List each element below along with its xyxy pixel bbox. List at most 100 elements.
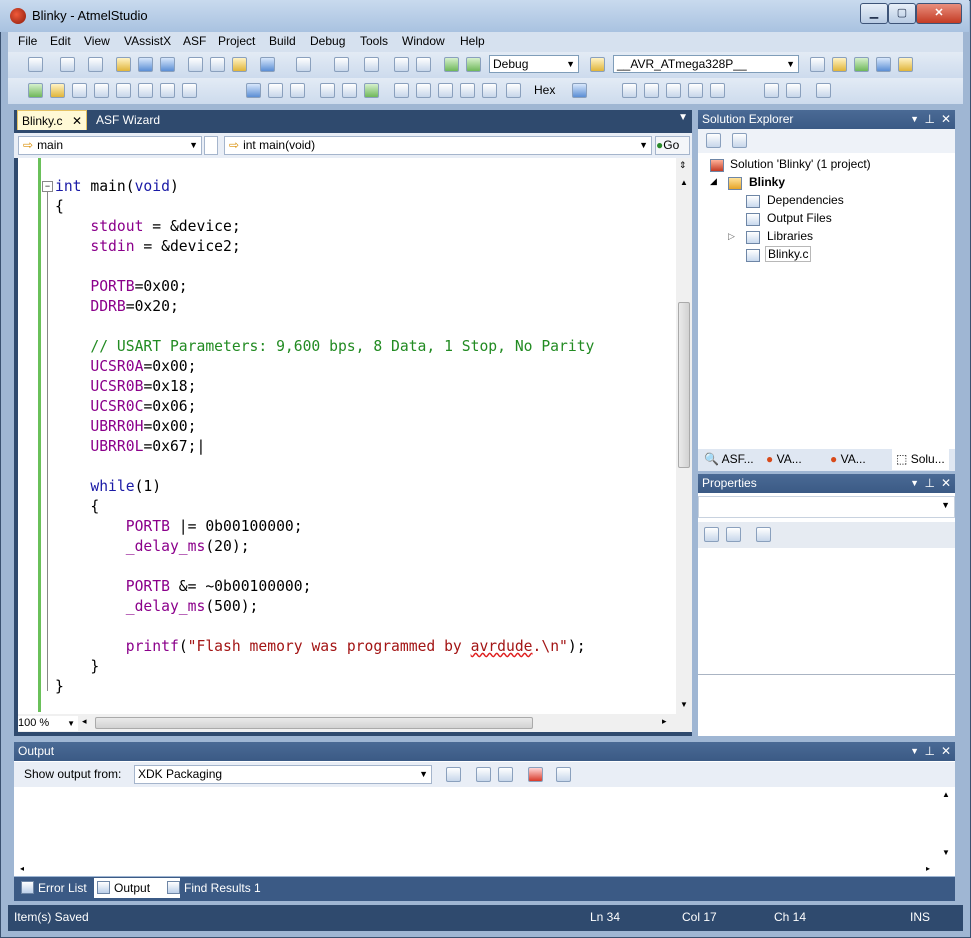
- expand-icon[interactable]: ◢: [710, 176, 717, 187]
- property-pages-icon[interactable]: [756, 527, 771, 542]
- wizard-icon[interactable]: [898, 57, 913, 72]
- split-icon[interactable]: ⇕: [679, 160, 687, 171]
- run-icon[interactable]: [364, 83, 379, 98]
- go-to-message-icon[interactable]: [446, 767, 461, 782]
- code-editor[interactable]: − int main(void) { stdout = &device; std…: [18, 158, 676, 714]
- word-wrap-icon[interactable]: [556, 767, 571, 782]
- pin-icon[interactable]: ⊥: [925, 110, 935, 129]
- registers-icon[interactable]: [644, 83, 659, 98]
- scroll-left-icon[interactable]: ◂: [82, 716, 87, 727]
- menu-project[interactable]: Project: [218, 34, 255, 48]
- menu-file[interactable]: File: [18, 34, 37, 48]
- scroll-up-icon[interactable]: ▲: [942, 790, 950, 799]
- copy-icon[interactable]: [210, 57, 225, 72]
- stop-debugging-icon[interactable]: [290, 83, 305, 98]
- add-file-icon[interactable]: [88, 57, 103, 72]
- tab-list-dropdown-icon[interactable]: ▼: [678, 112, 688, 123]
- open-file-icon[interactable]: [50, 83, 65, 98]
- close-icon[interactable]: ✕: [941, 110, 951, 129]
- dropdown-icon[interactable]: ▼: [910, 474, 919, 493]
- output-source-select[interactable]: XDK Packaging ▼: [134, 765, 432, 784]
- menu-help[interactable]: Help: [460, 34, 485, 48]
- step-out-icon[interactable]: [438, 83, 453, 98]
- tree-item-blinky-c[interactable]: Blinky.c: [765, 246, 812, 262]
- scroll-right-icon[interactable]: ▸: [926, 864, 930, 873]
- start-debugging-icon[interactable]: [444, 57, 459, 72]
- tab-blinky-c[interactable]: Blinky.c ✕: [17, 110, 87, 130]
- show-all-files-icon[interactable]: [732, 133, 747, 148]
- tab-find-results-1[interactable]: Find Results 1: [164, 878, 288, 898]
- menu-vassistx[interactable]: VAssistX: [124, 34, 171, 48]
- tree-project[interactable]: Blinky: [749, 175, 785, 189]
- tree-item-libraries[interactable]: Libraries: [767, 229, 813, 243]
- tab-asf-explorer[interactable]: 🔍 ASF...: [704, 452, 754, 466]
- scroll-right-icon[interactable]: ▸: [662, 716, 667, 727]
- device-pack-icon[interactable]: [810, 57, 825, 72]
- categorized-icon[interactable]: [704, 527, 719, 542]
- save-icon[interactable]: [138, 57, 153, 72]
- open-folder-icon[interactable]: [116, 57, 131, 72]
- cut-icon[interactable]: [188, 57, 203, 72]
- file-icon[interactable]: [116, 83, 131, 98]
- break-all-icon[interactable]: [268, 83, 283, 98]
- checklist-icon[interactable]: [28, 83, 43, 98]
- memory-icon[interactable]: [622, 83, 637, 98]
- navigate-forward-icon[interactable]: [364, 57, 379, 72]
- scroll-up-icon[interactable]: ▲: [680, 178, 688, 187]
- scroll-left-icon[interactable]: ◂: [20, 864, 24, 873]
- vertical-scroll-thumb[interactable]: [678, 302, 690, 468]
- continue-icon[interactable]: [246, 83, 261, 98]
- bookmark-icon[interactable]: [816, 83, 831, 98]
- pin-icon[interactable]: ⊥: [925, 742, 935, 761]
- menu-edit[interactable]: Edit: [50, 34, 71, 48]
- outline-icon[interactable]: [138, 83, 153, 98]
- tab-va-outline[interactable]: ● VA...: [766, 452, 802, 466]
- object-select[interactable]: ▼: [698, 496, 955, 518]
- menu-asf[interactable]: ASF: [183, 34, 206, 48]
- tree-item-output-files[interactable]: Output Files: [767, 211, 832, 225]
- menu-window[interactable]: Window: [402, 34, 445, 48]
- device-select[interactable]: __AVR_ATmega328P__ ▼: [613, 55, 799, 73]
- member-select[interactable]: ⇨ int main(void) ▼: [224, 136, 652, 155]
- import-icon[interactable]: [854, 57, 869, 72]
- indent-icon[interactable]: [482, 83, 497, 98]
- comment-icon[interactable]: [764, 83, 779, 98]
- close-icon[interactable]: ✕: [941, 474, 951, 493]
- menu-debug[interactable]: Debug: [310, 34, 345, 48]
- pin-icon[interactable]: ⊥: [925, 474, 935, 493]
- expand-icon[interactable]: ▷: [728, 231, 735, 242]
- configuration-select[interactable]: Debug ▼: [489, 55, 579, 73]
- go-to-definition-icon[interactable]: [94, 83, 109, 98]
- spell-check-icon[interactable]: [160, 83, 175, 98]
- find-references-icon[interactable]: [72, 83, 87, 98]
- add-item-icon[interactable]: [60, 57, 75, 72]
- minimize-button[interactable]: ▁: [860, 3, 888, 24]
- uncomment-icon[interactable]: [786, 83, 801, 98]
- undo-icon[interactable]: [260, 57, 275, 72]
- tree-solution[interactable]: Solution 'Blinky' (1 project): [730, 157, 871, 171]
- step-into-icon[interactable]: [394, 83, 409, 98]
- new-project-icon[interactable]: [28, 57, 43, 72]
- scroll-down-icon[interactable]: ▼: [680, 700, 688, 709]
- redo-icon[interactable]: [296, 57, 311, 72]
- pause-icon[interactable]: [342, 83, 357, 98]
- find-icon[interactable]: [416, 57, 431, 72]
- maximize-button[interactable]: ▢: [888, 3, 916, 24]
- tree-item-dependencies[interactable]: Dependencies: [767, 193, 844, 207]
- save-all-icon[interactable]: [160, 57, 175, 72]
- asf-explorer-icon[interactable]: [876, 57, 891, 72]
- close-tab-icon[interactable]: ✕: [72, 111, 82, 131]
- scroll-down-icon[interactable]: ▼: [942, 848, 950, 857]
- refactor-icon[interactable]: [182, 83, 197, 98]
- close-button[interactable]: ✕: [916, 3, 962, 24]
- device-programming-icon[interactable]: [590, 57, 605, 72]
- title-bar[interactable]: Blinky - AtmelStudio ▁ ▢ ✕: [0, 0, 969, 32]
- solution-config-icon[interactable]: [394, 57, 409, 72]
- zoom-select[interactable]: 100 % ▼: [18, 716, 78, 731]
- disassembly-icon[interactable]: [688, 83, 703, 98]
- io-view-icon[interactable]: [710, 83, 725, 98]
- hex-display-toggle[interactable]: Hex: [534, 83, 555, 97]
- extension-manager-icon[interactable]: [832, 57, 847, 72]
- paste-icon[interactable]: [232, 57, 247, 72]
- tab-va-view[interactable]: ● VA...: [830, 452, 866, 466]
